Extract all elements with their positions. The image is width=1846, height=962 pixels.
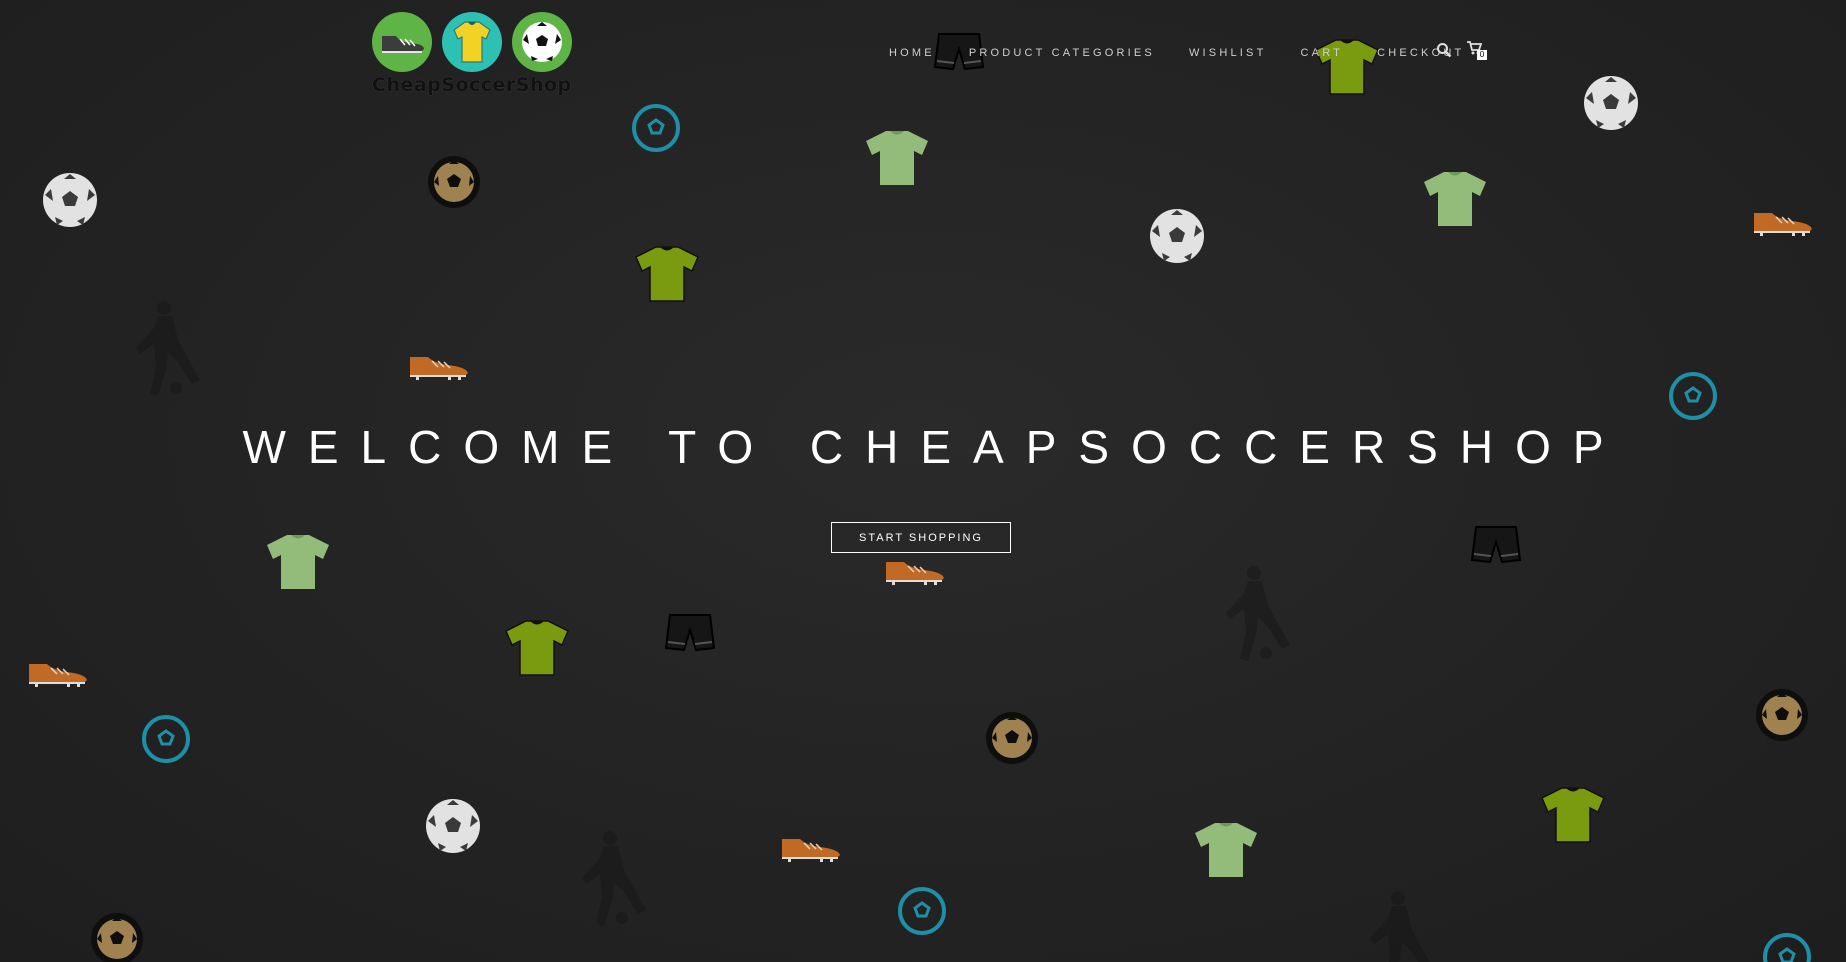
logo-boot-badge [372, 12, 432, 72]
soccer-ball-icon [631, 103, 681, 153]
soccer-ball-icon [985, 711, 1039, 765]
player-silhouette-icon [1218, 565, 1294, 665]
nav-cart[interactable]: CART [1301, 47, 1344, 59]
boot-icon [1752, 207, 1814, 237]
jersey-icon [634, 245, 700, 303]
site-logo[interactable]: CheapSoccerShop [370, 12, 578, 98]
soccer-ball-icon [522, 22, 562, 62]
player-silhouette-icon [574, 830, 650, 930]
hero-title: WELCOME TO CHEAPSOCCERSHOP [242, 421, 1626, 473]
soccer-ball-icon [1148, 207, 1206, 265]
boot-icon [884, 556, 946, 586]
jersey-icon [504, 619, 570, 677]
soccer-ball-icon [427, 155, 481, 209]
nav-home[interactable]: HOME [889, 47, 935, 59]
page-background: CheapSoccerShop HOME PRODUCT CATEGORIES … [0, 0, 1846, 962]
start-shopping-button[interactable]: START SHOPPING [831, 522, 1011, 553]
boot-icon [780, 833, 842, 863]
shorts-icon [664, 612, 716, 654]
player-silhouette-icon [1362, 890, 1438, 962]
cart-count-badge: 0 [1477, 50, 1487, 60]
soccer-ball-icon [424, 797, 482, 855]
logo-ball-badge [512, 12, 572, 72]
soccer-ball-icon [1762, 932, 1812, 962]
jersey-icon [1422, 170, 1488, 228]
boot-icon [382, 36, 424, 53]
jersey-icon [453, 21, 491, 63]
player-silhouette-icon [128, 300, 204, 400]
logo-wordmark: CheapSoccerShop [372, 74, 572, 96]
boot-icon [408, 351, 470, 381]
logo-jersey-badge [442, 12, 502, 72]
soccer-ball-icon [141, 714, 191, 764]
jersey-icon [265, 533, 331, 591]
search-icon[interactable] [1436, 42, 1452, 63]
soccer-ball-icon [1755, 688, 1809, 742]
soccer-ball-icon [897, 886, 947, 936]
jersey-icon [1540, 786, 1606, 844]
soccer-ball-icon [1582, 74, 1640, 132]
nav-product-categories[interactable]: PRODUCT CATEGORIES [969, 47, 1155, 59]
soccer-ball-icon [1668, 371, 1718, 421]
soccer-ball-icon [90, 912, 144, 962]
shorts-icon [1470, 524, 1522, 566]
main-nav: HOME PRODUCT CATEGORIES WISHLIST CART CH… [889, 44, 1498, 62]
boot-icon [27, 658, 89, 688]
jersey-icon [1193, 821, 1259, 879]
soccer-ball-icon [41, 171, 99, 229]
jersey-icon [864, 129, 930, 187]
nav-wishlist[interactable]: WISHLIST [1189, 47, 1267, 59]
